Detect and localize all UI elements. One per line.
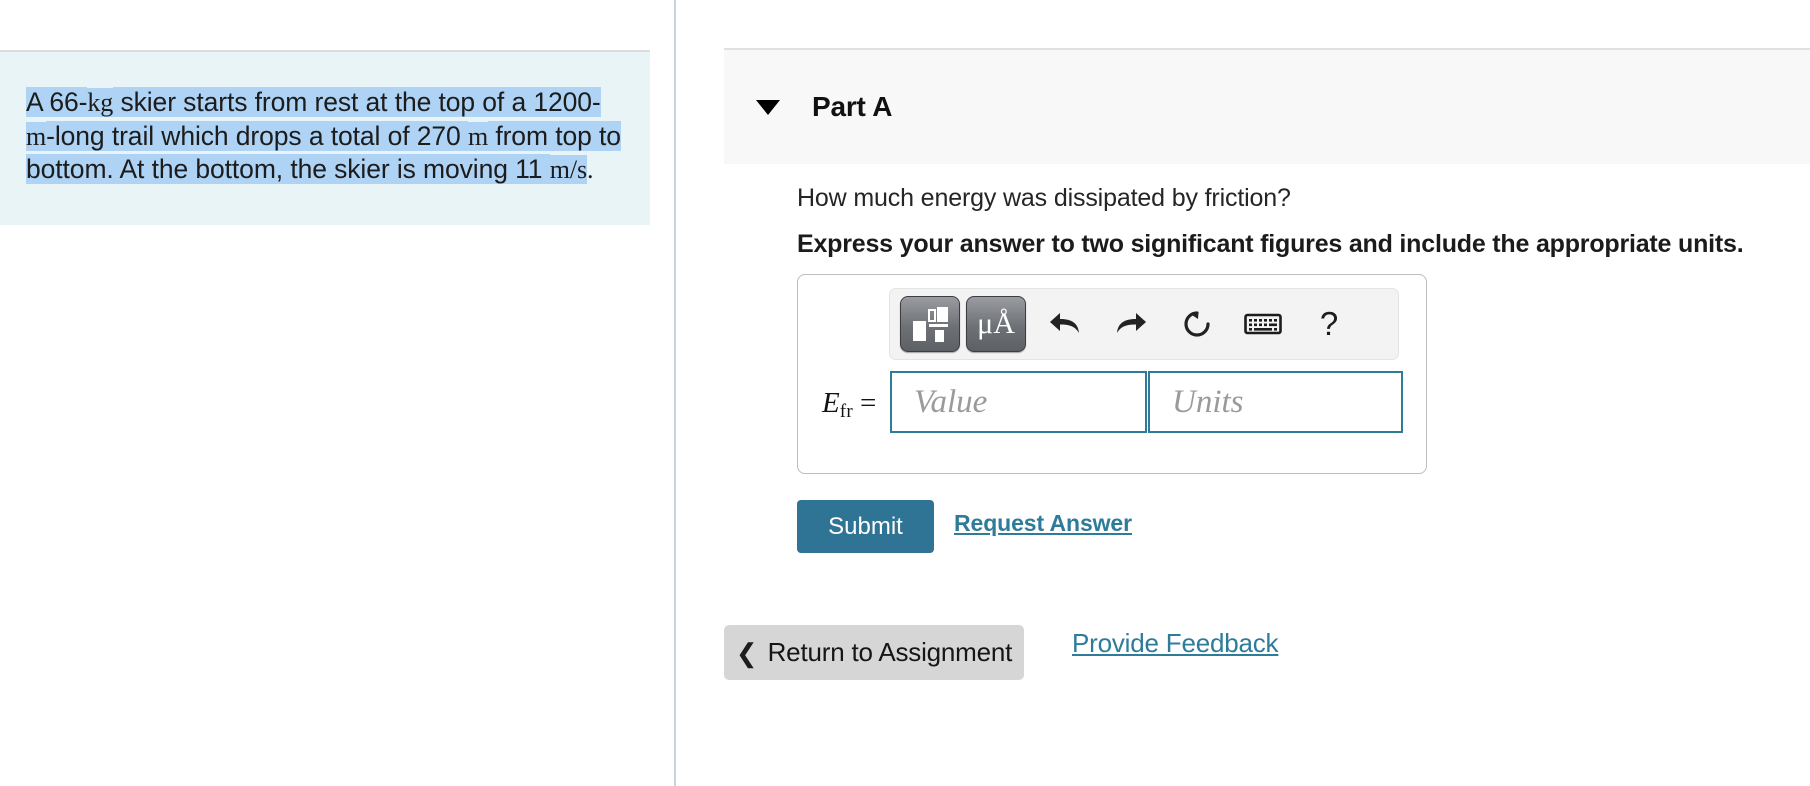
problem-seg-2: skier starts from rest at the top of a 1…: [113, 87, 601, 117]
equals-sign: =: [859, 387, 877, 419]
provide-feedback-link[interactable]: Provide Feedback: [1072, 628, 1279, 659]
problem-seg-8: .: [586, 155, 594, 184]
keyboard-icon[interactable]: [1230, 296, 1296, 352]
help-icon[interactable]: ?: [1296, 296, 1362, 352]
problem-statement-text: A 66-kg skier starts from rest at the to…: [26, 86, 624, 187]
return-to-assignment-label: Return to Assignment: [767, 637, 1013, 667]
part-title: Part A: [812, 91, 893, 122]
triangle-down-icon[interactable]: [756, 99, 780, 115]
question-text: How much energy was dissipated by fricti…: [797, 184, 1291, 212]
problem-pane: A 66-kg skier starts from rest at the to…: [0, 0, 675, 786]
answer-entry-box: μÅ ? Efr = Value Units: [797, 274, 1427, 474]
units-placeholder: Units: [1172, 383, 1244, 420]
math-template-icon[interactable]: [900, 296, 960, 352]
chevron-left-icon: ❮: [735, 637, 758, 668]
submit-button[interactable]: Submit: [797, 500, 934, 553]
greek-units-label: μÅ: [977, 307, 1015, 340]
problem-statement-card: A 66-kg skier starts from rest at the to…: [0, 50, 650, 225]
greek-units-icon[interactable]: μÅ: [966, 296, 1026, 352]
reset-icon[interactable]: [1164, 296, 1230, 352]
instruction-text: Express your answer to two significant f…: [797, 230, 1744, 258]
value-placeholder: Value: [914, 383, 988, 420]
page-root: A 66-kg skier starts from rest at the to…: [0, 0, 1810, 786]
part-a-header[interactable]: Part A: [724, 48, 1810, 164]
request-answer-link[interactable]: Request Answer: [954, 510, 1132, 537]
redo-icon[interactable]: [1098, 296, 1164, 352]
return-to-assignment-button[interactable]: ❮ Return to Assignment: [724, 625, 1024, 680]
undo-icon[interactable]: [1032, 296, 1098, 352]
problem-seg-0: A 66-: [26, 87, 88, 117]
problem-seg-7: m/s: [549, 155, 587, 184]
units-input[interactable]: Units: [1148, 371, 1403, 433]
problem-seg-3: m: [26, 121, 47, 151]
redo-glyph: [1117, 313, 1146, 333]
undo-glyph: [1050, 313, 1079, 333]
variable-label: Efr =: [822, 387, 876, 423]
value-input[interactable]: Value: [890, 371, 1147, 433]
variable-subscript: fr: [839, 401, 853, 422]
problem-seg-1: kg: [87, 88, 114, 117]
variable-symbol: E: [822, 387, 840, 419]
problem-seg-4: -long trail which drops a total of 270: [46, 120, 468, 151]
keyboard-glyph: [1244, 313, 1282, 335]
math-template-glyph: [913, 307, 948, 342]
math-toolbar: μÅ ?: [889, 288, 1399, 360]
problem-seg-5: m: [467, 121, 489, 151]
answer-pane: Part A How much energy was dissipated by…: [676, 0, 1810, 786]
reset-glyph: [1184, 311, 1210, 337]
